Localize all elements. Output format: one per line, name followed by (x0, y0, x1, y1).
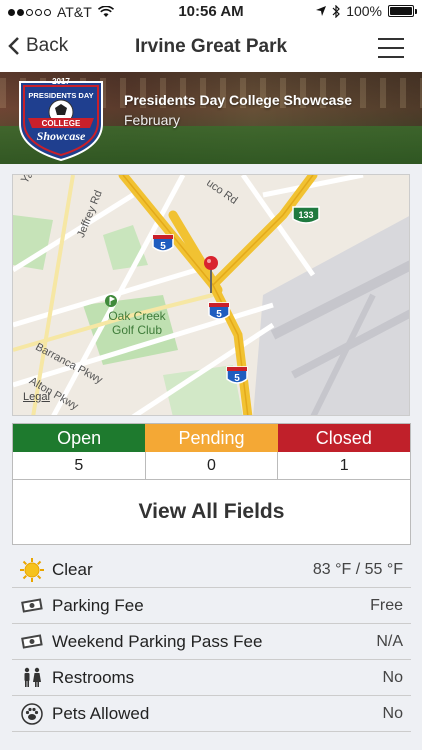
parking-fee-value: Free (370, 596, 403, 614)
open-count: 5 (13, 452, 146, 479)
battery-icon (388, 5, 417, 17)
bluetooth-icon (332, 4, 341, 18)
status-closed-header: Closed (277, 424, 410, 452)
money-icon (21, 597, 43, 613)
hamburger-menu-icon[interactable] (378, 38, 404, 58)
restrooms-row: Restrooms No (12, 660, 411, 696)
logo-year: 2017 (52, 77, 70, 86)
park-info-list: Clear 83 °F / 55 °F Parking Fee Free Wee… (12, 552, 411, 732)
restrooms-value: No (382, 668, 403, 686)
weather-label: Clear (52, 559, 93, 579)
svg-text:5: 5 (234, 373, 240, 384)
svg-text:133: 133 (298, 210, 313, 220)
showcase-logo: 2017 PRESIDENTS DAY COLLEGE Showcase (19, 77, 103, 162)
event-name: Presidents Day College Showcase (124, 92, 352, 108)
svg-text:5: 5 (216, 309, 222, 320)
weather-value: 83 °F / 55 °F (312, 560, 403, 578)
pets-row: Pets Allowed No (12, 696, 411, 732)
logo-line3: Showcase (37, 129, 86, 143)
event-month: February (124, 112, 181, 128)
status-open-header: Open (13, 424, 146, 452)
field-status-table: Open Pending Closed 5 0 1 View All Field… (12, 423, 411, 545)
pets-label: Pets Allowed (52, 703, 150, 723)
paw-icon (21, 702, 43, 725)
weekend-pass-row: Weekend Parking Pass Fee N/A (12, 624, 411, 660)
battery-percent: 100% (346, 3, 382, 19)
logo-line2: COLLEGE (42, 119, 81, 128)
pending-count: 0 (146, 452, 279, 479)
page-title: Irvine Great Park (134, 36, 288, 57)
location-arrow-icon (316, 6, 327, 16)
parking-fee-row: Parking Fee Free (12, 588, 411, 624)
route-133-shield-icon: 133 (292, 206, 320, 224)
map-canvas: 5 5 5 133 (13, 175, 409, 415)
map-legal-link[interactable]: Legal (23, 391, 50, 403)
money-icon (21, 633, 43, 649)
event-banner[interactable]: 2017 PRESIDENTS DAY COLLEGE Showcase Pre… (0, 72, 422, 164)
navigation-bar: Back Irvine Great Park (0, 24, 422, 72)
park-map[interactable]: 5 5 5 133 Yale Jeffrey Rd uco Rd Oak Cre… (12, 174, 410, 416)
weekend-pass-label: Weekend Parking Pass Fee (52, 631, 263, 651)
parking-fee-label: Parking Fee (52, 595, 144, 615)
i5-shield-icon: 5 (152, 234, 174, 252)
status-bar: AT&T 10:56 AM 100% (0, 0, 422, 24)
status-pending-header: Pending (145, 424, 278, 452)
svg-text:5: 5 (160, 241, 166, 252)
closed-count: 1 (339, 457, 349, 474)
weather-row: Clear 83 °F / 55 °F (12, 552, 411, 588)
sun-icon (20, 557, 44, 582)
view-all-fields-button[interactable]: View All Fields (13, 480, 410, 544)
logo-line1: PRESIDENTS DAY (28, 91, 93, 100)
restrooms-label: Restrooms (52, 667, 135, 687)
pets-value: No (382, 704, 403, 722)
weekend-pass-value: N/A (376, 632, 403, 650)
restroom-icon (24, 667, 41, 687)
map-label-oak-creek: Oak Creek Golf Club (108, 309, 166, 337)
